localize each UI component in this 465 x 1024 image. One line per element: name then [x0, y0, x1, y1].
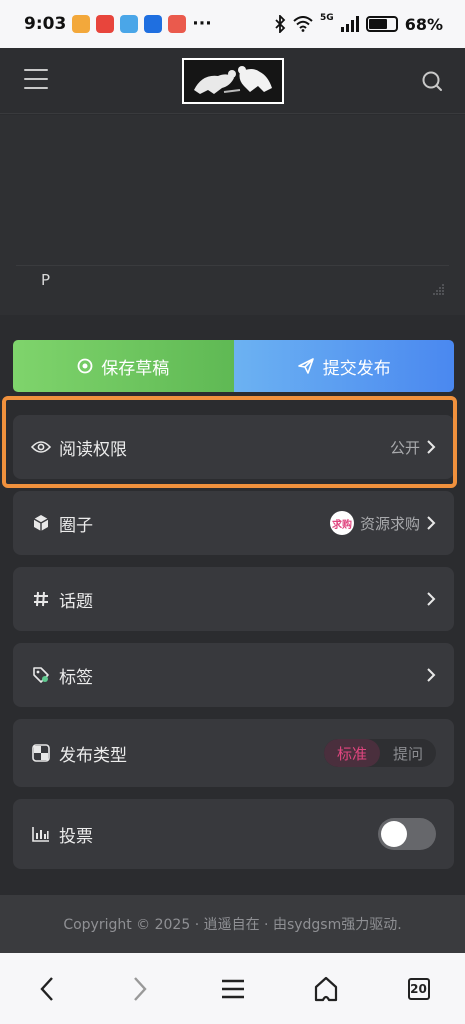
eye-icon: [31, 437, 51, 457]
submit-post-label: 提交发布: [322, 358, 391, 379]
publish-type-option-question[interactable]: 提问: [380, 739, 436, 767]
action-buttons: 保存草稿 提交发布: [13, 340, 454, 392]
chevron-right-icon: [427, 440, 436, 454]
app-notification-icon: [72, 15, 91, 33]
circle-value-group: 求购 资源求购: [329, 511, 436, 535]
read-permission-value: 公开: [389, 438, 420, 457]
home-icon: [314, 976, 337, 1001]
circle-badge: 求购: [329, 511, 354, 535]
topic-value-group: [426, 592, 436, 606]
tag-row[interactable]: 标签: [13, 643, 454, 707]
vote-toggle[interactable]: [378, 818, 436, 850]
publish-type-control: 标准 提问: [323, 739, 436, 767]
topic-label: 话题: [59, 591, 93, 612]
status-right: 5G 68%: [274, 13, 443, 34]
tabs-button[interactable]: 20: [399, 969, 439, 1009]
tab-count-icon: 20: [407, 977, 430, 1000]
chevron-right-icon: [133, 976, 147, 1001]
more-notifications: ···: [192, 14, 212, 34]
status-time: 9:03: [24, 14, 67, 34]
menu-button[interactable]: [213, 969, 253, 1009]
battery-percent: 68%: [404, 14, 443, 34]
post-editor[interactable]: P: [0, 115, 465, 315]
send-icon: [297, 358, 314, 374]
publish-type-segmented: 标准 提问: [323, 739, 436, 767]
site-footer: Copyright © 2025 · 逍遥自在 · 由sydgsm强力驱动.: [0, 895, 465, 953]
read-permission-label: 阅读权限: [59, 439, 127, 460]
topic-row[interactable]: 话题: [13, 567, 454, 631]
submit-post-button[interactable]: 提交发布: [233, 340, 454, 392]
battery-icon: [365, 16, 398, 32]
app-notification-icon: [96, 15, 115, 33]
editor-divider: [16, 265, 449, 266]
toggle-knob: [381, 821, 407, 847]
site-header: [0, 48, 465, 114]
search-icon[interactable]: [421, 70, 443, 92]
circle-value: 资源求购: [359, 514, 420, 533]
resize-grip-icon[interactable]: [433, 283, 445, 295]
tag-label: 标签: [59, 667, 93, 688]
app-notification-icon: [144, 15, 163, 33]
tag-icon: [31, 665, 51, 685]
hamburger-icon[interactable]: [24, 69, 48, 91]
save-draft-button[interactable]: 保存草稿: [13, 340, 234, 392]
publish-type-option-standard[interactable]: 标准: [323, 739, 380, 767]
read-permission-value-group: 公开: [390, 437, 436, 458]
vote-row: 投票: [13, 799, 454, 869]
vote-control: [378, 818, 436, 850]
tag-value-group: [426, 668, 436, 682]
chevron-left-icon: [39, 976, 53, 1001]
network-type: 5G: [320, 13, 334, 23]
circle-row[interactable]: 圈子 求购 资源求购: [13, 491, 454, 555]
copyright-text: Copyright © 2025 · 逍遥自在 · 由sydgsm强力驱动.: [63, 917, 402, 933]
bluetooth-icon: [275, 15, 286, 33]
hashtag-icon: [31, 589, 51, 609]
site-logo[interactable]: [182, 58, 284, 104]
battery-fill: [368, 19, 387, 29]
publish-type-row: 发布类型 标准 提问: [13, 719, 454, 787]
vote-label: 投票: [59, 826, 93, 847]
grid-icon: [31, 743, 51, 763]
app-notification-icon: [168, 15, 187, 33]
publish-type-label: 发布类型: [59, 745, 127, 766]
app-notification-icon: [120, 15, 139, 33]
cube-icon: [31, 513, 51, 533]
save-icon: [77, 358, 93, 374]
chevron-right-icon: [427, 516, 436, 530]
chevron-right-icon: [427, 592, 436, 606]
signal-icon: [340, 16, 359, 32]
status-left: 9:03 ···: [24, 14, 212, 34]
wifi-icon: [293, 16, 313, 32]
chevron-right-icon: [427, 668, 436, 682]
save-draft-label: 保存草稿: [101, 358, 170, 379]
circle-label: 圈子: [59, 515, 93, 536]
menu-icon: [221, 979, 244, 998]
editor-content[interactable]: P: [41, 271, 50, 289]
back-button[interactable]: [27, 969, 67, 1009]
home-button[interactable]: [306, 969, 346, 1009]
page: 9:03 ··· 5G 68% P 保存草稿 提交发布 阅读权限 公开 圈子 求…: [0, 0, 465, 1024]
logo-image: [184, 60, 282, 102]
forward-button[interactable]: [120, 969, 160, 1009]
browser-bottom-nav: 20: [0, 953, 465, 1024]
read-permission-row[interactable]: 阅读权限 公开: [13, 415, 454, 479]
status-bar: 9:03 ··· 5G 68%: [0, 0, 465, 48]
bar-chart-icon: [31, 824, 51, 844]
